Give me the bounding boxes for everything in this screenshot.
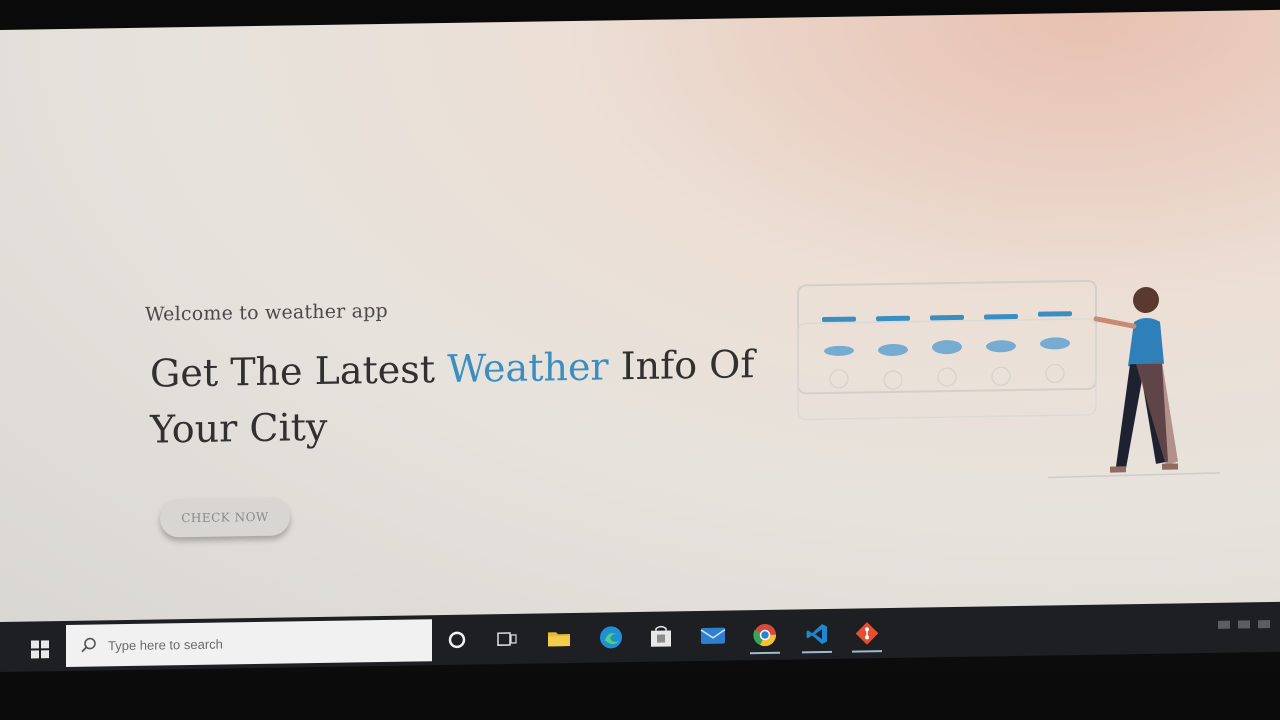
file-explorer-icon[interactable]	[538, 619, 580, 658]
vscode-icon[interactable]	[796, 615, 838, 654]
windows-logo-icon	[31, 640, 49, 659]
mail-icon[interactable]	[692, 616, 734, 655]
taskbar-search-box[interactable]	[66, 619, 432, 667]
check-now-button[interactable]: CHECK NOW	[160, 497, 290, 538]
hero-title: Get The Latest Weather Info Of Your City	[150, 336, 770, 458]
volume-icon[interactable]	[1258, 620, 1270, 629]
hero-title-part1: Get The Latest	[150, 346, 448, 396]
cortana-icon[interactable]	[436, 620, 478, 659]
weather-board-illustration	[797, 279, 1221, 479]
hero-title-accent: Weather	[447, 344, 609, 391]
hero-subtitle: Welcome to weather app	[145, 299, 388, 326]
browser-viewport: Welcome to weather app Get The Latest We…	[0, 9, 1280, 631]
edge-icon[interactable]	[590, 618, 632, 657]
chrome-icon[interactable]	[744, 616, 786, 655]
store-icon[interactable]	[640, 617, 682, 656]
search-icon	[81, 637, 96, 653]
system-tray[interactable]	[1200, 612, 1270, 637]
search-input[interactable]	[106, 632, 410, 654]
chevron-up-icon[interactable]	[1218, 620, 1230, 629]
monitor-bezel-bottom	[0, 672, 1280, 720]
network-icon[interactable]	[1238, 620, 1250, 629]
git-icon[interactable]	[846, 614, 888, 653]
windows-start-button[interactable]	[22, 633, 58, 666]
task-view-icon[interactable]	[486, 620, 528, 659]
